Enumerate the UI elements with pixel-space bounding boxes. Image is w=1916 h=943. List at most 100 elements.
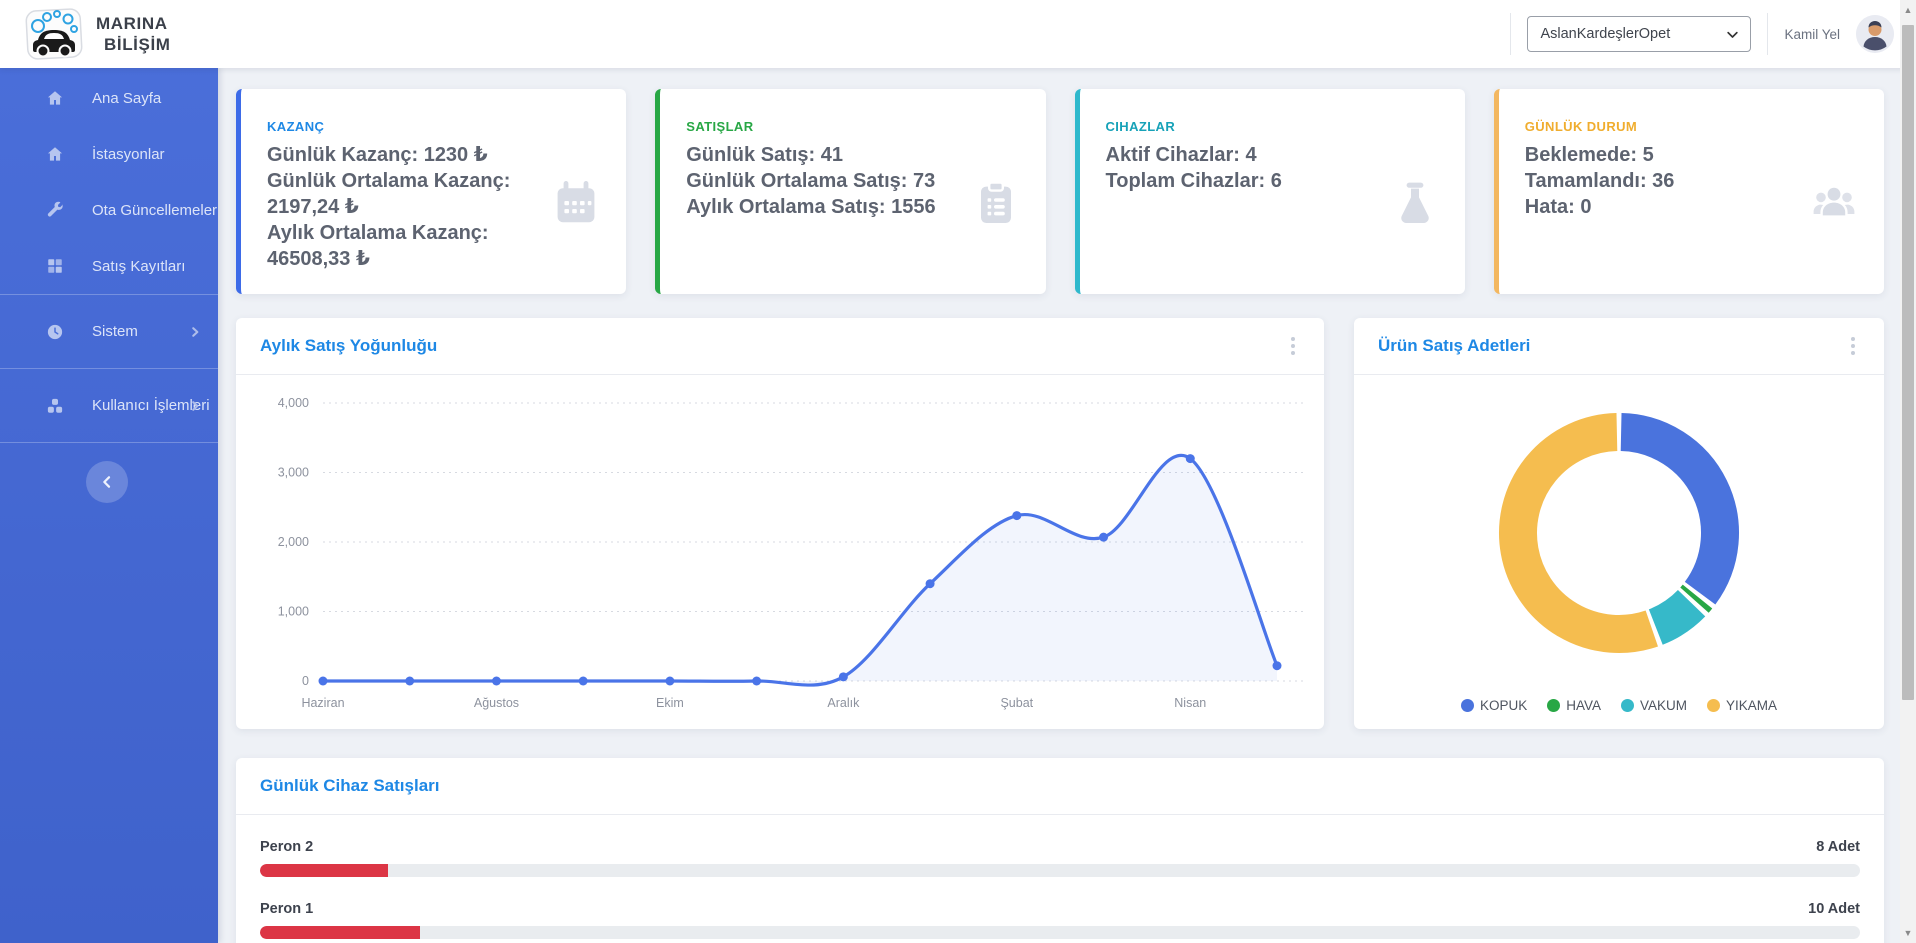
- sidebar-item-label: Ota Güncellemeler: [92, 202, 217, 219]
- sidebar-divider: [0, 442, 218, 443]
- sidebar-item-i-stasyonlar[interactable]: İstasyonlar: [0, 126, 218, 182]
- device-sales-value: 8 Adet: [1816, 839, 1860, 855]
- legend-item-kopuk[interactable]: KOPUK: [1461, 698, 1527, 713]
- progress-track: [260, 864, 1860, 877]
- carwash-logo-icon: [24, 6, 88, 62]
- kebab-menu-icon[interactable]: [1280, 333, 1306, 359]
- stat-card-line: Toplam Cihazlar: 6: [1106, 168, 1401, 194]
- sidebar-item-label: Satış Kayıtları: [92, 258, 185, 275]
- header-divider: [1767, 13, 1768, 55]
- progress-fill: [260, 926, 420, 939]
- progress-track: [260, 926, 1860, 939]
- svg-text:1,000: 1,000: [278, 605, 309, 619]
- device-sales-value: 10 Adet: [1808, 901, 1860, 917]
- stat-card-line: Aktif Cihazlar: 4: [1106, 142, 1401, 168]
- stat-card-line: Hata: 0: [1525, 194, 1820, 220]
- brand: MARINA BİLİŞİM: [0, 6, 218, 62]
- stat-card-line: Aylık Ortalama Satış: 1556: [686, 194, 981, 220]
- app-header: MARINA BİLİŞİM AslanKardeşlerOpet Kamil …: [0, 0, 1916, 68]
- svg-text:Nisan: Nisan: [1174, 696, 1206, 710]
- sidebar-item-sat-kay-tlar[interactable]: Satış Kayıtları: [0, 238, 218, 294]
- legend-label: KOPUK: [1480, 698, 1527, 713]
- svg-text:Ağustos: Ağustos: [474, 696, 519, 710]
- user-name: Kamil Yel: [1784, 27, 1840, 42]
- kebab-menu-icon[interactable]: [1840, 333, 1866, 359]
- scroll-down-icon[interactable]: ▼: [1900, 925, 1916, 941]
- stat-card-sati-lar: SATIŞLAR Günlük Satış: 41Günlük Ortalama …: [655, 89, 1045, 294]
- legend-dot-icon: [1707, 699, 1720, 712]
- sidebar-item-kullan-c-i-lemleri[interactable]: Kullanıcı İşlemleri: [0, 369, 218, 442]
- vertical-scrollbar[interactable]: ▲ ▼: [1900, 0, 1916, 943]
- sidebar-item-ana-sayfa[interactable]: Ana Sayfa: [0, 70, 218, 126]
- stat-card-category: KAZANÇ: [267, 119, 562, 134]
- monthly-sales-chart-panel: Aylık Satış Yoğunluğu 01,0002,0003,0004,…: [236, 318, 1324, 729]
- legend-item-yikama[interactable]: YIKAMA: [1707, 698, 1777, 713]
- svg-text:4,000: 4,000: [278, 396, 309, 410]
- clipboard-icon: [972, 179, 1020, 227]
- scrollbar-thumb[interactable]: [1902, 25, 1914, 700]
- brand-line1: MARINA: [96, 13, 171, 34]
- svg-text:Ekim: Ekim: [656, 696, 684, 710]
- stat-card-line: Aylık Ortalama Kazanç: 46508,33 ₺: [267, 220, 562, 272]
- calendar-icon: [552, 179, 600, 227]
- flask-icon: [1391, 179, 1439, 227]
- stat-card-line: Tamamlandı: 36: [1525, 168, 1820, 194]
- stat-card-line: Beklemede: 5: [1525, 142, 1820, 168]
- device-label: Peron 2: [260, 839, 313, 855]
- chevron-right-icon: [188, 399, 202, 413]
- legend-item-hava[interactable]: HAVA: [1547, 698, 1601, 713]
- device-label: Peron 1: [260, 901, 313, 917]
- line-chart-title: Aylık Satış Yoğunluğu: [260, 336, 437, 356]
- sidebar: Ana Sayfa İstasyonlar Ota Güncellemeler Sat…: [0, 68, 218, 943]
- home-icon: [46, 145, 64, 163]
- monthly-sales-line-chart: 01,0002,0003,0004,000HaziranAğustosEkimA…: [236, 375, 1324, 728]
- stat-cards-row: KAZANÇ Günlük Kazanç: 1230 ₺ Günlük Ortala…: [236, 89, 1884, 294]
- station-select[interactable]: AslanKardeşlerOpet: [1527, 16, 1751, 52]
- sidebar-item-label: İstasyonlar: [92, 146, 165, 163]
- boxes-icon: [46, 397, 64, 415]
- brand-line2: BİLİŞİM: [96, 34, 171, 55]
- svg-text:3,000: 3,000: [278, 466, 309, 480]
- stat-card-g-nl-k-durum: GÜNLÜK DURUM Beklemede: 5Tamamlandı: 36Ha…: [1494, 89, 1884, 294]
- grid-icon: [46, 257, 64, 275]
- stat-card-line: Günlük Ortalama Satış: 73: [686, 168, 981, 194]
- stat-card-line: Günlük Kazanç: 1230 ₺: [267, 142, 562, 168]
- device-sales-row-peron-2: Peron 2 8 Adet: [260, 839, 1860, 877]
- wrench-icon: [46, 201, 64, 219]
- stat-card-kazan: KAZANÇGünlük Kazanç: 1230 ₺Günlük Ortala…: [236, 89, 626, 294]
- daily-device-sales-title: Günlük Cihaz Satışları: [260, 776, 440, 796]
- stat-card-category: SATIŞLAR: [686, 119, 981, 134]
- chevron-left-icon: [99, 474, 115, 490]
- legend-item-vakum[interactable]: VAKUM: [1621, 698, 1687, 713]
- chevron-down-icon: [1725, 27, 1740, 42]
- stat-card-line: Günlük Satış: 41: [686, 142, 981, 168]
- header-divider: [1510, 13, 1511, 55]
- brand-name: MARINA BİLİŞİM: [96, 13, 171, 56]
- stat-card-cihazlar: CIHAZLAR Aktif Cihazlar: 4Toplam Cihazlar…: [1075, 89, 1465, 294]
- legend-dot-icon: [1547, 699, 1560, 712]
- progress-fill: [260, 864, 388, 877]
- legend-label: YIKAMA: [1726, 698, 1777, 713]
- svg-text:Aralık: Aralık: [827, 696, 860, 710]
- home-icon: [46, 89, 64, 107]
- svg-text:0: 0: [302, 674, 309, 688]
- stat-card-category: CIHAZLAR: [1106, 119, 1401, 134]
- sidebar-collapse-button[interactable]: [86, 461, 128, 503]
- sidebar-item-sistem[interactable]: Sistem: [0, 295, 218, 368]
- device-sales-row-peron-1: Peron 1 10 Adet: [260, 901, 1860, 939]
- sidebar-item-ota-g-ncellemeler[interactable]: Ota Güncellemeler: [0, 182, 218, 238]
- product-sales-chart-panel: Ürün Satış Adetleri KOPUK HAVA VAKUM YIKAMA: [1354, 318, 1884, 729]
- donut-chart-title: Ürün Satış Adetleri: [1378, 336, 1530, 356]
- chevron-right-icon: [188, 325, 202, 339]
- legend-dot-icon: [1621, 699, 1634, 712]
- stat-card-category: GÜNLÜK DURUM: [1525, 119, 1820, 134]
- product-sales-donut-chart: [1354, 375, 1884, 675]
- scroll-up-icon[interactable]: ▲: [1900, 2, 1916, 18]
- svg-text:Şubat: Şubat: [1000, 696, 1033, 710]
- legend-label: VAKUM: [1640, 698, 1687, 713]
- legend-dot-icon: [1461, 699, 1474, 712]
- main-content: KAZANÇ Günlük Kazanç: 1230 ₺ Günlük Ortala…: [218, 68, 1900, 943]
- user-avatar[interactable]: [1856, 15, 1894, 53]
- station-select-value: AslanKardeşlerOpet: [1540, 26, 1670, 42]
- daily-device-sales-panel: Günlük Cihaz Satışları Peron 28 AdetPero…: [236, 758, 1884, 943]
